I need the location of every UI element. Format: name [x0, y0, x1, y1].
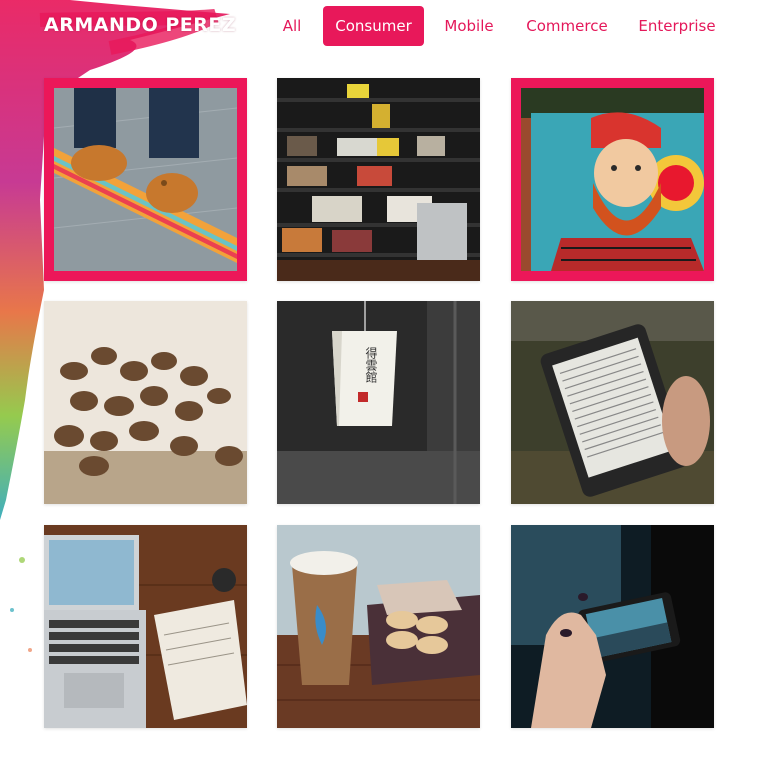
gallery-tile-coffee-beans[interactable]: coffee-beans-photo	[44, 301, 247, 504]
paper-lantern-photo	[277, 301, 480, 504]
brand-logo-text[interactable]: ARMANDO PEREZ	[44, 13, 236, 37]
gallery-tile-skateboard[interactable]: skateboard-sneakers-photo	[44, 78, 247, 281]
gallery-tile-smartphone[interactable]: smartphone-in-hand-photo	[511, 525, 714, 728]
gallery-tile-lantern[interactable]: paper-lantern-photo 得雲館	[277, 301, 480, 504]
laptop-notebook-desk-photo	[44, 525, 247, 728]
gallery-tile-bookshelf[interactable]: bookshelf-photo	[277, 78, 480, 281]
filter-commerce[interactable]: Commerce	[522, 6, 612, 46]
ereader-photo	[511, 301, 714, 504]
lantern-calligraphy: 得雲館	[364, 347, 378, 383]
tile-subject-label: skateboard-sneakers-photo	[54, 271, 55, 272]
coffee-beans-photo	[44, 301, 247, 504]
filter-mobile[interactable]: Mobile	[439, 6, 499, 46]
gallery-tile-mural[interactable]: bearded-man-mural-photo	[511, 78, 714, 281]
skateboard-sneakers-photo	[54, 88, 237, 271]
bookshelf-photo	[277, 78, 480, 281]
bearded-man-mural-photo	[521, 88, 704, 271]
smartphone-in-hand-photo	[511, 525, 714, 728]
filter-all[interactable]: All	[276, 6, 308, 46]
filter-enterprise[interactable]: Enterprise	[636, 6, 718, 46]
gallery-tile-ereader[interactable]: ereader-photo	[511, 301, 714, 504]
tile-subject-label: bearded-man-mural-photo	[521, 271, 522, 272]
filter-consumer[interactable]: Consumer	[323, 6, 424, 46]
gallery-tile-laptop-desk[interactable]: laptop-notebook-desk-photo	[44, 525, 247, 728]
gallery-tile-coffee-macarons[interactable]: coffee-cup-macarons-photo	[277, 525, 480, 728]
coffee-cup-macarons-photo	[277, 525, 480, 728]
